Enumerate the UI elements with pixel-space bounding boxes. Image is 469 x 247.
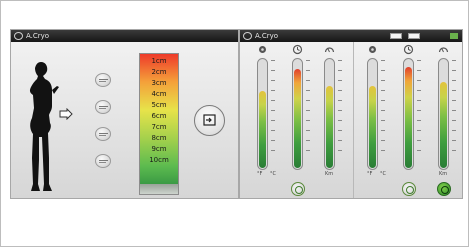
title-bar: A.Cryo (11, 30, 238, 42)
gauge-temperature-f (367, 58, 378, 170)
app-logo-icon (243, 32, 252, 40)
depth-mark[interactable]: 7cm (140, 123, 178, 131)
gauge-icon (324, 47, 335, 53)
gauge-temperature-c (292, 58, 303, 170)
start-button[interactable] (437, 182, 451, 196)
position-button-4[interactable] (95, 154, 111, 168)
depth-mark[interactable]: 4cm (140, 90, 178, 98)
position-button-2[interactable] (95, 100, 111, 114)
panel-divider (353, 42, 354, 198)
gauge-ticks (381, 60, 385, 168)
depth-mark[interactable]: 5cm (140, 101, 178, 109)
gauge-icon (438, 47, 449, 53)
battery-icon (450, 33, 458, 39)
settings-button[interactable] (402, 182, 416, 196)
unit-label: °C (270, 171, 276, 177)
depth-mark[interactable]: 1cm (140, 57, 178, 65)
gauge-ticks (338, 60, 342, 168)
app-title: A.Cryo (26, 32, 50, 40)
depth-mark[interactable]: 8cm (140, 134, 178, 142)
clock-icon (403, 44, 414, 55)
enter-icon (203, 114, 216, 126)
arrow-pointer-icon (59, 108, 73, 120)
depth-mark[interactable]: 9cm (140, 145, 178, 153)
treatment-screen: A.Cryo °F °C Km °F °C Km (239, 29, 463, 199)
unit-label: °F (257, 171, 263, 177)
depth-mark[interactable]: 3cm (140, 79, 178, 87)
depth-scale[interactable]: 1cm 2cm 3cm 4cm 5cm 6cm 7cm 8cm 9cm 10cm (139, 53, 179, 195)
gauge-ticks (271, 60, 275, 168)
gauge-distance (438, 58, 449, 170)
gear-icon (369, 46, 376, 53)
screenshot-frame: A.Cryo 1cm 2cm 3cm 4cm 5cm 6cm 7cm 8cm 9… (0, 0, 469, 247)
gauge-distance (324, 58, 335, 170)
gear-icon (259, 46, 266, 53)
position-button-1[interactable] (95, 73, 111, 87)
status-indicator (408, 33, 420, 39)
gauge-ticks (306, 60, 310, 168)
app-logo-icon (14, 32, 23, 40)
title-bar: A.Cryo (240, 30, 462, 42)
body-silhouette-icon (29, 62, 59, 191)
unit-label: °C (380, 171, 386, 177)
unit-label: Km (325, 171, 334, 177)
clock-icon (292, 44, 303, 55)
gauge-temperature-f (257, 58, 268, 170)
unit-label: °F (367, 171, 373, 177)
gauge-ticks (417, 60, 421, 168)
depth-mark[interactable]: 10cm (140, 156, 178, 164)
gauge-temperature-c (403, 58, 414, 170)
depth-mark[interactable]: 2cm (140, 68, 178, 76)
app-title: A.Cryo (255, 32, 279, 40)
status-indicator (390, 33, 402, 39)
depth-mark[interactable]: 6cm (140, 112, 178, 120)
depth-selection-screen: A.Cryo 1cm 2cm 3cm 4cm 5cm 6cm 7cm 8cm 9… (10, 29, 239, 199)
unit-label: Km (439, 171, 448, 177)
power-button[interactable] (291, 182, 305, 196)
next-button[interactable] (194, 105, 225, 136)
gauge-ticks (452, 60, 456, 168)
position-button-3[interactable] (95, 127, 111, 141)
